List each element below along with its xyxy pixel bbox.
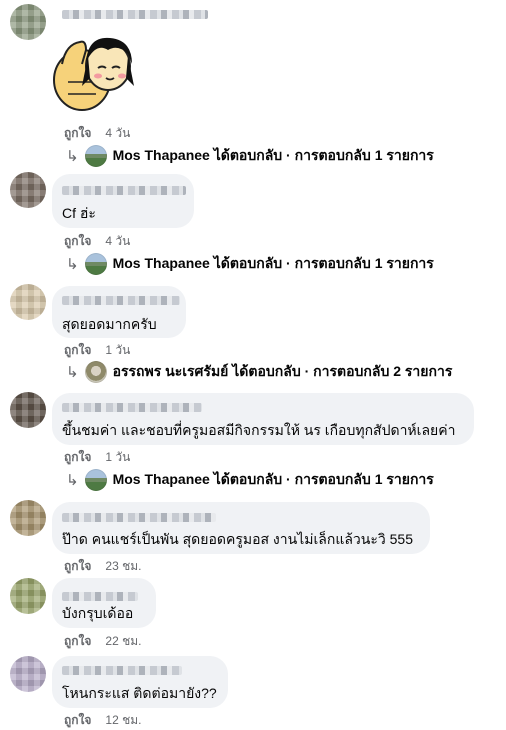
comment-time[interactable]: 1 วัน	[105, 450, 130, 464]
commenter-name-blurred[interactable]	[62, 666, 182, 675]
replier-avatar	[84, 361, 107, 383]
reply-summary: Mos Thapanee ได้ตอบกลับ · การตอบกลับ 1 ร…	[112, 255, 434, 271]
comment-text: โหนกระแส ติดต่อมายัง??	[62, 685, 217, 701]
commenter-avatar[interactable]	[10, 172, 46, 208]
reply-arrow-icon: ↳	[66, 256, 79, 273]
like-link[interactable]: ถูกใจ	[64, 559, 91, 573]
comment-meta: ถูกใจ 4 วัน	[64, 124, 130, 143]
comment-time[interactable]: 23 ชม.	[105, 559, 141, 573]
reply-arrow-icon: ↳	[66, 472, 79, 489]
comment-time[interactable]: 12 ชม.	[105, 713, 141, 727]
like-link[interactable]: ถูกใจ	[64, 234, 91, 248]
comment-text: Cf ฮ่ะ	[62, 205, 96, 221]
commenter-name-blurred[interactable]	[62, 592, 138, 601]
reply-arrow-icon: ↳	[66, 148, 79, 165]
like-link[interactable]: ถูกใจ	[64, 126, 91, 140]
like-link[interactable]: ถูกใจ	[64, 343, 91, 357]
replier-avatar	[84, 253, 107, 275]
comment-text: สุดยอดมากครับ	[62, 316, 157, 332]
commenter-name-blurred[interactable]	[62, 513, 216, 522]
replier-avatar	[84, 145, 107, 167]
commenter-avatar[interactable]	[10, 4, 46, 40]
comment-meta: ถูกใจ 23 ชม.	[64, 557, 142, 576]
reply-summary: Mos Thapanee ได้ตอบกลับ · การตอบกลับ 1 ร…	[112, 147, 434, 163]
commenter-name-blurred[interactable]	[62, 296, 180, 305]
replier-avatar	[84, 469, 107, 491]
commenter-name-blurred[interactable]	[62, 10, 208, 19]
reply-summary: อรรถพร นะเรศรัมย์ ได้ตอบกลับ · การตอบกลั…	[112, 363, 453, 379]
commenter-avatar[interactable]	[10, 656, 46, 692]
commenter-name-blurred[interactable]	[62, 186, 186, 195]
view-replies-link[interactable]: ↳ อรรถพร นะเรศรัมย์ ได้ตอบกลับ · การตอบก…	[66, 361, 452, 383]
commenter-avatar[interactable]	[10, 392, 46, 428]
view-replies-link[interactable]: ↳ Mos Thapanee ได้ตอบกลับ · การตอบกลับ 1…	[66, 253, 434, 275]
comment-meta: ถูกใจ 4 วัน	[64, 232, 130, 251]
like-link[interactable]: ถูกใจ	[64, 634, 91, 648]
comment-text: บังกรุบเด้ออ	[62, 605, 134, 621]
comment-time[interactable]: 4 วัน	[105, 126, 130, 140]
comment-meta: ถูกใจ 1 วัน	[64, 448, 130, 467]
comment-meta: ถูกใจ 1 วัน	[64, 341, 130, 360]
commenter-avatar[interactable]	[10, 500, 46, 536]
comment-time[interactable]: 1 วัน	[105, 343, 130, 357]
commenter-avatar[interactable]	[10, 578, 46, 614]
reply-arrow-icon: ↳	[66, 364, 79, 381]
like-link[interactable]: ถูกใจ	[64, 713, 91, 727]
comment-text: ขึ้นชมค่า และชอบที่ครูมอสมีกิจกรรมให้ นร…	[62, 422, 456, 438]
comment-time[interactable]: 4 วัน	[105, 234, 130, 248]
comment-text: ป๊าด คนแชร์เป็นพัน สุดยอดครูมอส งานไม่เล…	[62, 531, 413, 547]
view-replies-link[interactable]: ↳ Mos Thapanee ได้ตอบกลับ · การตอบกลับ 1…	[66, 145, 434, 167]
comment-meta: ถูกใจ 22 ชม.	[64, 632, 142, 651]
like-link[interactable]: ถูกใจ	[64, 450, 91, 464]
comment-meta: ถูกใจ 12 ชม.	[64, 711, 142, 730]
view-replies-link[interactable]: ↳ Mos Thapanee ได้ตอบกลับ · การตอบกลับ 1…	[66, 469, 434, 491]
commenter-name-blurred[interactable]	[62, 403, 202, 412]
comment-time[interactable]: 22 ชม.	[105, 634, 141, 648]
reply-summary: Mos Thapanee ได้ตอบกลับ · การตอบกลับ 1 ร…	[112, 471, 434, 487]
commenter-avatar[interactable]	[10, 284, 46, 320]
sticker-image	[52, 34, 138, 114]
